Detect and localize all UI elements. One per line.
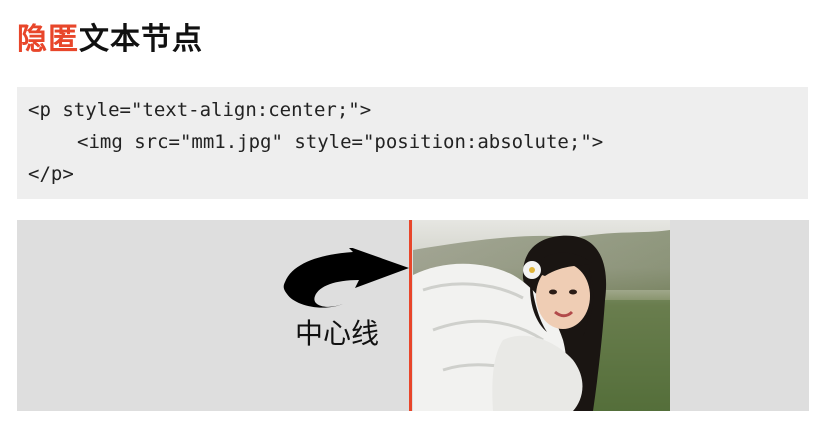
- girl-in-white-jacket-photo: [413, 220, 670, 411]
- title-accent: 隐匿: [17, 22, 79, 57]
- demo-area: 中心线: [17, 220, 809, 411]
- code-block: <p style="text-align:center;"> <img src=…: [17, 87, 808, 199]
- page-title: 隐匿文本节点: [17, 14, 203, 58]
- code-line-2: <img src="mm1.jpg" style="position:absol…: [77, 131, 604, 153]
- curved-arrow-right-icon: [283, 248, 409, 308]
- center-line-label: 中心线: [295, 317, 380, 350]
- code-line-3: </p>: [28, 163, 74, 185]
- title-rest: 文本节点: [79, 22, 203, 57]
- center-line: [409, 220, 412, 411]
- code-line-1: <p style="text-align:center;">: [28, 99, 372, 121]
